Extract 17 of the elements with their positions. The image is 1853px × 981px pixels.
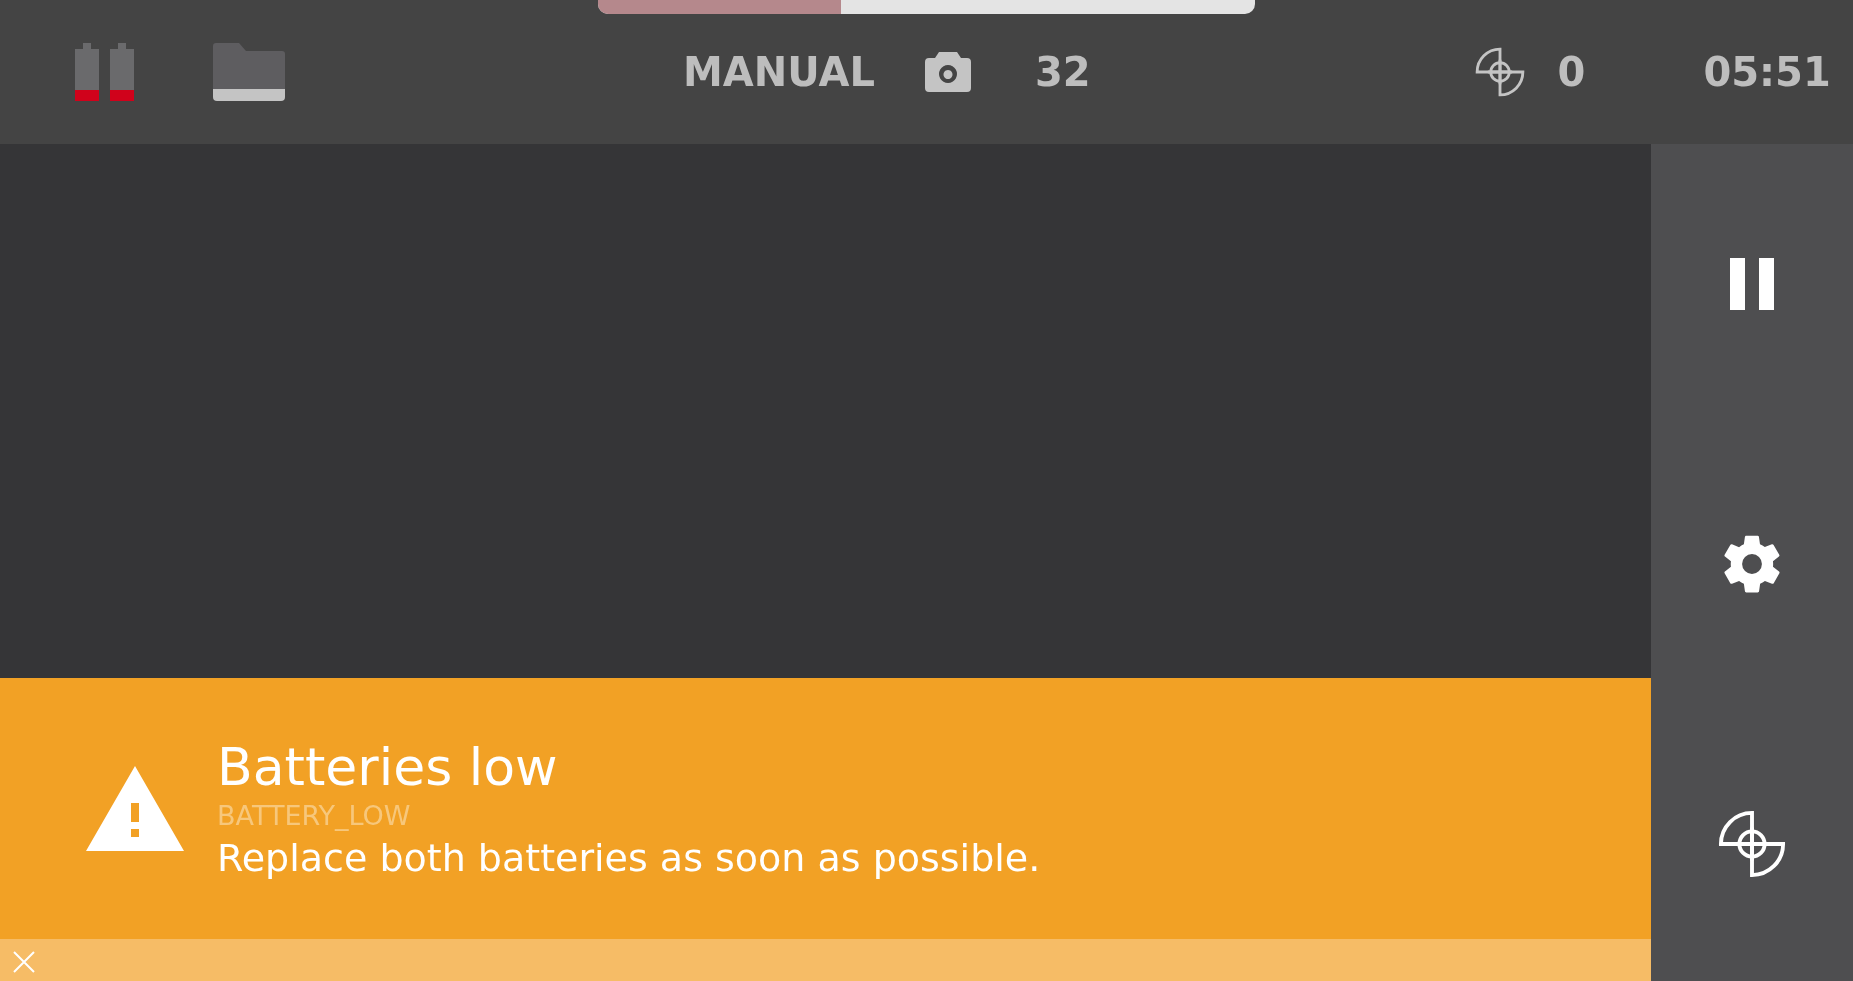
- alert-message: Replace both batteries as soon as possible.: [217, 834, 1041, 882]
- warning-icon: [86, 766, 184, 851]
- alert-code: BATTERY_LOW: [217, 798, 412, 833]
- pause-icon: [1730, 258, 1774, 310]
- folder-icon[interactable]: [213, 43, 285, 101]
- alert-title: Batteries low: [217, 735, 559, 799]
- pause-button[interactable]: [1730, 258, 1774, 310]
- close-icon: [12, 949, 36, 974]
- camera-icon: [924, 52, 971, 92]
- photo-count: 32: [1034, 49, 1091, 95]
- battery-icon: [110, 43, 134, 101]
- clock-time: 05:51: [1703, 49, 1831, 95]
- crosshair-icon[interactable]: [1474, 47, 1525, 97]
- target-button[interactable]: [1718, 810, 1786, 878]
- mode-label: MANUAL: [683, 49, 875, 95]
- battery-icon: [75, 43, 99, 101]
- target-count: 0: [1557, 49, 1586, 95]
